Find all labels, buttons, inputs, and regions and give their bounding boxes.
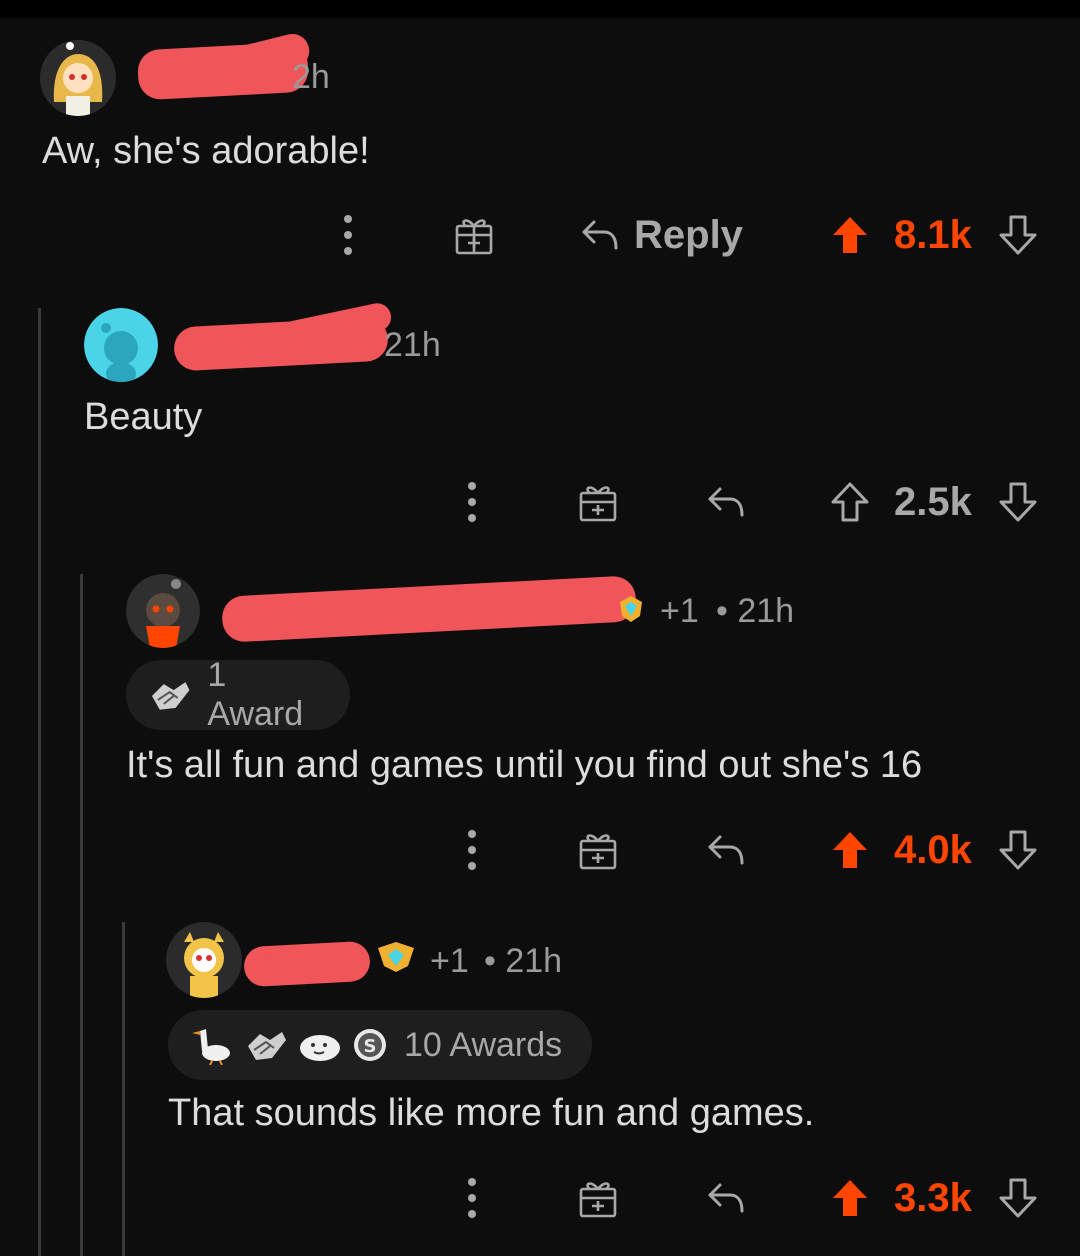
goose-award-icon bbox=[192, 1029, 230, 1065]
comment: +1 • 21h S 10 Awards That sounds like mo… bbox=[0, 910, 1080, 1256]
upvote-button[interactable] bbox=[830, 205, 870, 265]
awards-count: 10 Awards bbox=[404, 1025, 563, 1064]
more-vert-icon[interactable] bbox=[336, 205, 360, 265]
gift-icon[interactable] bbox=[576, 820, 620, 880]
avatar[interactable] bbox=[166, 922, 242, 998]
reply-arrow-icon bbox=[708, 1183, 744, 1213]
redacted-username bbox=[221, 575, 637, 643]
downvote-button[interactable] bbox=[998, 472, 1038, 532]
vote-score: 3.3k bbox=[894, 1175, 972, 1220]
redacted-username bbox=[243, 940, 371, 988]
awards-count: 1 Award bbox=[207, 656, 304, 733]
more-vert-icon[interactable] bbox=[460, 820, 484, 880]
comment: 2h Aw, she's adorable! Reply 8.1k bbox=[0, 0, 1080, 290]
flair-badge-icon bbox=[618, 594, 644, 624]
reply-arrow-icon bbox=[708, 487, 744, 517]
comment-body: It's all fun and games until you find ou… bbox=[126, 744, 923, 786]
comment-actions: 2.5k bbox=[0, 472, 1080, 532]
comment-timestamp: 21h bbox=[384, 326, 441, 364]
comment-body: That sounds like more fun and games. bbox=[168, 1092, 815, 1134]
comment-actions: Reply 8.1k bbox=[0, 205, 1080, 265]
comment-body: Beauty bbox=[84, 396, 203, 438]
flair-plus: +1 bbox=[660, 592, 699, 630]
more-vert-icon[interactable] bbox=[460, 1168, 484, 1228]
downvote-button[interactable] bbox=[998, 1168, 1038, 1228]
avatar[interactable] bbox=[126, 574, 200, 648]
upvote-button[interactable] bbox=[830, 1168, 870, 1228]
reply-button[interactable] bbox=[704, 1168, 748, 1228]
comment-timestamp: 2h bbox=[292, 58, 330, 96]
gift-icon[interactable] bbox=[576, 472, 620, 532]
comment-body: Aw, she's adorable! bbox=[42, 130, 370, 172]
avatar[interactable] bbox=[40, 40, 116, 116]
upvote-button[interactable] bbox=[830, 820, 870, 880]
handshake-award-icon bbox=[248, 1032, 286, 1060]
reply-button[interactable] bbox=[704, 472, 748, 532]
flair-plus: +1 bbox=[430, 942, 469, 980]
gift-icon[interactable] bbox=[452, 205, 496, 265]
comment-timestamp: • 21h bbox=[716, 592, 795, 630]
comment-actions: 3.3k bbox=[0, 1168, 1080, 1228]
comment: +1 • 21h 1 Award It's all fun and games … bbox=[0, 560, 1080, 910]
svg-text:S: S bbox=[364, 1036, 377, 1057]
vote-score: 8.1k bbox=[894, 212, 972, 257]
comment-actions: 4.0k bbox=[0, 820, 1080, 880]
downvote-button[interactable] bbox=[998, 205, 1038, 265]
reply-button[interactable]: Reply bbox=[580, 205, 743, 265]
reply-label: Reply bbox=[634, 212, 743, 257]
silver-coin-icon: S bbox=[354, 1029, 386, 1061]
upvote-button[interactable] bbox=[830, 472, 870, 532]
comment-timestamp: • 21h bbox=[484, 942, 563, 980]
awards-pill[interactable]: S 10 Awards bbox=[168, 1010, 592, 1080]
reply-button[interactable] bbox=[704, 820, 748, 880]
vote-score: 4.0k bbox=[894, 827, 972, 872]
more-vert-icon[interactable] bbox=[460, 472, 484, 532]
reply-arrow-icon bbox=[708, 835, 744, 865]
seal-award-icon bbox=[300, 1035, 340, 1061]
flair-badge-icon bbox=[376, 940, 416, 974]
comment: 21h Beauty 2.5k bbox=[0, 290, 1080, 560]
reply-arrow-icon bbox=[582, 220, 618, 250]
gift-icon[interactable] bbox=[576, 1168, 620, 1228]
avatar[interactable] bbox=[84, 308, 158, 382]
awards-pill[interactable]: 1 Award bbox=[126, 656, 350, 733]
handshake-award-icon bbox=[151, 682, 190, 710]
vote-score: 2.5k bbox=[894, 479, 972, 524]
downvote-button[interactable] bbox=[998, 820, 1038, 880]
